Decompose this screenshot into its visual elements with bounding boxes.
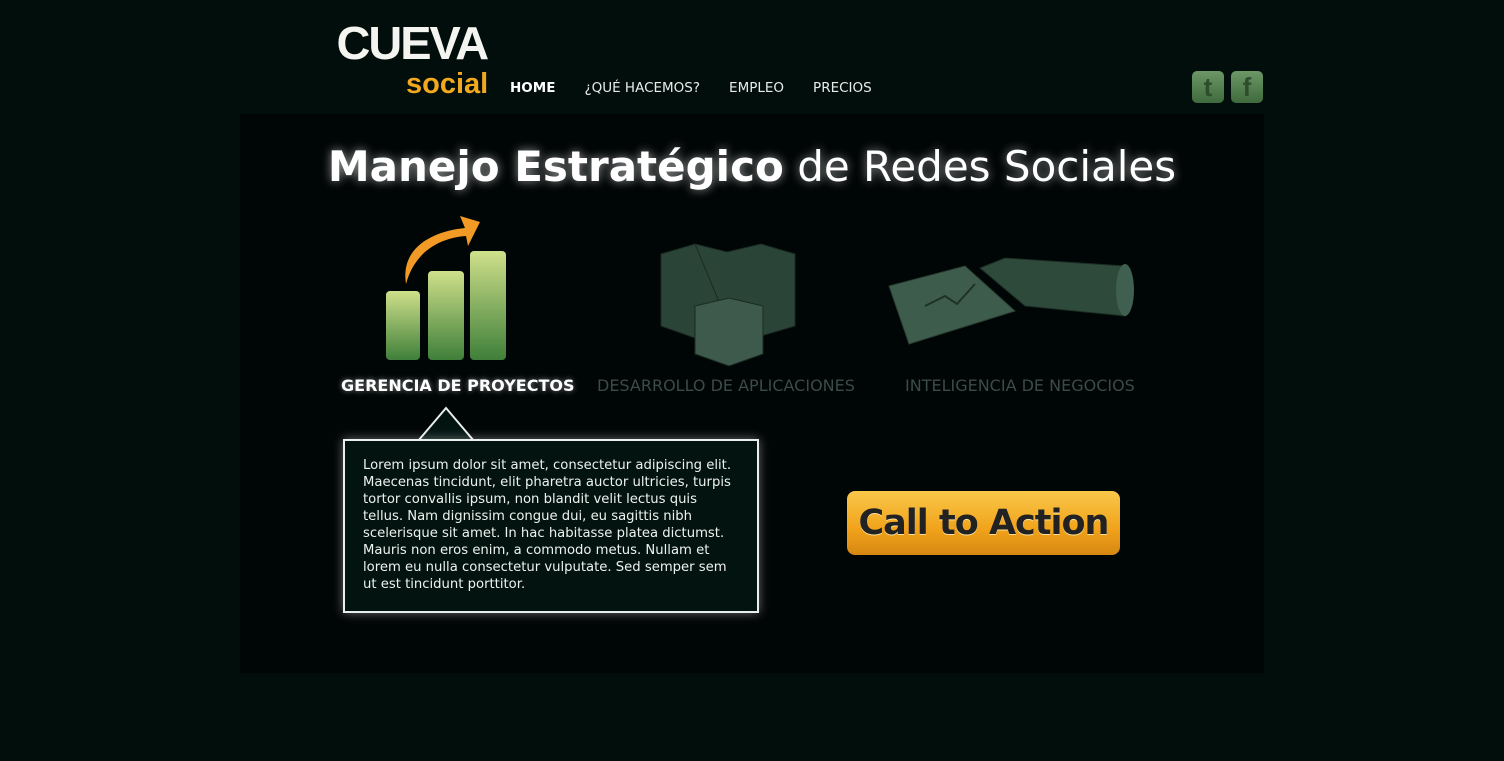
hero-title: Manejo Estratégico de Redes Sociales bbox=[240, 142, 1264, 191]
cubes-icon bbox=[660, 243, 796, 367]
feature-desarrollo[interactable]: DESARROLLO DE APLICACIONES bbox=[595, 206, 865, 395]
logo-cueva: CUEVA bbox=[336, 17, 490, 69]
nav-que-hacemos[interactable]: ¿QUÉ HACEMOS? bbox=[584, 80, 700, 96]
bar-chart-growth-icon bbox=[386, 216, 506, 360]
nav-home[interactable]: HOME bbox=[510, 80, 555, 96]
nav-empleo[interactable]: EMPLEO bbox=[729, 80, 784, 96]
hero-title-light: de Redes Sociales bbox=[797, 142, 1177, 191]
feature-label: INTELIGENCIA DE NEGOCIOS bbox=[905, 376, 1135, 395]
feature-inteligencia[interactable]: INTELIGENCIA DE NEGOCIOS bbox=[885, 206, 1145, 395]
logo-social: social bbox=[406, 68, 489, 100]
logo[interactable]: CUEVA social bbox=[336, 17, 490, 100]
twitter-icon[interactable]: t bbox=[1192, 71, 1224, 103]
feature-label: DESARROLLO DE APLICACIONES bbox=[597, 376, 855, 395]
feature-description: Lorem ipsum dolor sit amet, consectetur … bbox=[343, 439, 759, 613]
hero-panel: Manejo Estratégico de Redes Sociales GER… bbox=[240, 114, 1264, 673]
feature-gerencia[interactable]: GERENCIA DE PROYECTOS bbox=[340, 206, 575, 395]
social-links: t f bbox=[1192, 71, 1263, 103]
telescope-report-icon bbox=[888, 257, 1134, 345]
call-to-action-button[interactable]: Call to Action bbox=[847, 491, 1120, 555]
bubble-pointer bbox=[418, 406, 474, 442]
feature-label: GERENCIA DE PROYECTOS bbox=[341, 376, 575, 395]
facebook-icon[interactable]: f bbox=[1231, 71, 1263, 103]
hero-title-bold: Manejo Estratégico bbox=[327, 142, 784, 191]
main-nav: HOME ¿QUÉ HACEMOS? EMPLEO PRECIOS bbox=[510, 80, 872, 96]
nav-precios[interactable]: PRECIOS bbox=[813, 80, 872, 96]
